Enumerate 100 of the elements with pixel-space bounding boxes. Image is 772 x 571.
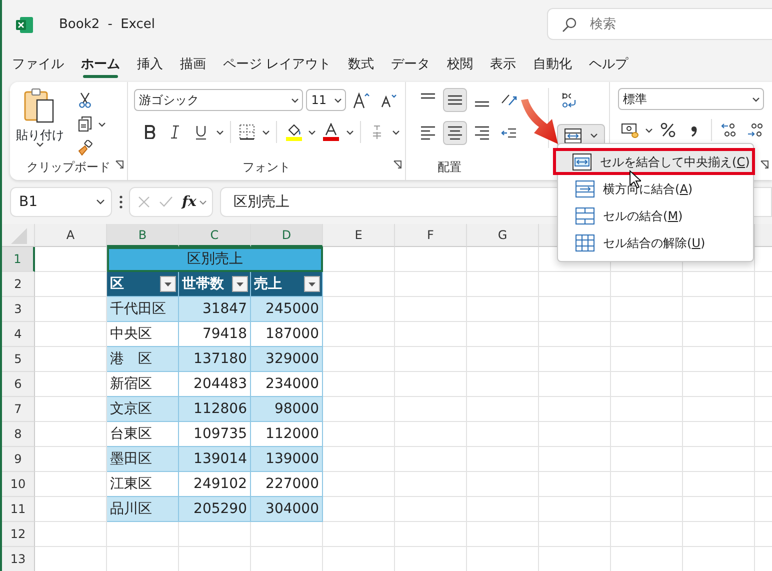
ribbon-tab[interactable]: 自動化 xyxy=(533,50,580,80)
grid-cell[interactable] xyxy=(683,422,755,447)
menu-item[interactable]: セル結合の解除(U) xyxy=(560,229,751,256)
grid-cell[interactable] xyxy=(611,422,683,447)
ribbon-tab[interactable]: 数式 xyxy=(348,50,382,80)
grid-cell[interactable] xyxy=(251,522,323,547)
grid-cell[interactable] xyxy=(683,472,755,497)
grid-cell[interactable] xyxy=(611,447,683,472)
grid-cell[interactable] xyxy=(539,322,611,347)
grid-cell[interactable] xyxy=(467,272,539,297)
grid-cell[interactable] xyxy=(611,497,683,522)
row-header[interactable]: 8 xyxy=(2,422,35,447)
dialog-launcher-icon[interactable] xyxy=(393,160,402,170)
font-size-dropdown[interactable]: 11 xyxy=(306,89,346,111)
grid-cell[interactable] xyxy=(611,347,683,372)
grid-cell[interactable] xyxy=(107,522,179,547)
grid-cell[interactable] xyxy=(35,422,107,447)
grid-cell[interactable] xyxy=(611,322,683,347)
grid-cell[interactable] xyxy=(395,347,467,372)
grid-cell[interactable] xyxy=(179,522,251,547)
grid-cell[interactable] xyxy=(683,497,755,522)
grid-cell[interactable] xyxy=(323,447,395,472)
paste-button[interactable]: 貼り付け xyxy=(14,88,66,160)
grid-cell[interactable] xyxy=(323,297,395,322)
grid-cell[interactable] xyxy=(467,322,539,347)
row-header[interactable]: 7 xyxy=(2,397,35,422)
grid-cell[interactable] xyxy=(395,497,467,522)
column-header[interactable]: A xyxy=(35,224,107,247)
grid-cell[interactable] xyxy=(467,347,539,372)
grid-cell[interactable] xyxy=(323,247,395,272)
column-header[interactable]: G xyxy=(467,224,539,247)
grid-cell[interactable] xyxy=(539,522,611,547)
grid-cell[interactable] xyxy=(467,297,539,322)
cancel-icon[interactable] xyxy=(138,196,150,208)
row-header[interactable]: 10 xyxy=(2,472,35,497)
grid-cell[interactable] xyxy=(323,322,395,347)
grid-cell[interactable] xyxy=(467,447,539,472)
grid-cell[interactable] xyxy=(323,472,395,497)
name-box[interactable]: B1 xyxy=(10,187,112,217)
search-field[interactable]: 検索 xyxy=(547,8,772,40)
grid-cell[interactable] xyxy=(467,522,539,547)
grid-cell[interactable] xyxy=(683,322,755,347)
row-header[interactable]: 11 xyxy=(2,497,35,522)
row-header[interactable]: 5 xyxy=(2,347,35,372)
grid-cell[interactable] xyxy=(683,522,755,547)
filter-button[interactable] xyxy=(232,276,248,292)
grid-cell[interactable] xyxy=(395,522,467,547)
font-name-dropdown[interactable]: 游ゴシック xyxy=(134,89,303,111)
grid-cell[interactable] xyxy=(467,397,539,422)
grid-cell[interactable] xyxy=(611,397,683,422)
grid-cell[interactable] xyxy=(683,372,755,397)
grid-cell[interactable] xyxy=(35,322,107,347)
grid-cell[interactable] xyxy=(323,422,395,447)
horizontal-align-button[interactable] xyxy=(443,121,467,145)
caret-icon[interactable] xyxy=(392,130,400,134)
more-dots-icon[interactable] xyxy=(118,195,122,209)
row-header[interactable]: 13 xyxy=(2,547,35,571)
grid-cell[interactable] xyxy=(539,347,611,372)
grid-cell[interactable] xyxy=(323,497,395,522)
grid-cell[interactable] xyxy=(539,397,611,422)
grid-cell[interactable] xyxy=(467,472,539,497)
grid-cell[interactable] xyxy=(395,422,467,447)
grid-cell[interactable] xyxy=(611,372,683,397)
row-header[interactable]: 12 xyxy=(2,522,35,547)
ribbon-tab[interactable]: ページ レイアウト xyxy=(223,50,340,80)
grid-cell[interactable] xyxy=(683,397,755,422)
grid-cell[interactable] xyxy=(323,522,395,547)
ribbon-tab[interactable]: 描画 xyxy=(180,50,214,80)
row-header[interactable]: 4 xyxy=(2,322,35,347)
grid-cell[interactable] xyxy=(611,522,683,547)
column-header[interactable]: E xyxy=(323,224,395,247)
row-header[interactable]: 3 xyxy=(2,297,35,322)
ribbon-tab[interactable]: 挿入 xyxy=(137,50,171,80)
grid-cell[interactable] xyxy=(539,272,611,297)
row-header[interactable]: 6 xyxy=(2,372,35,397)
number-format-dropdown[interactable]: 標準 xyxy=(618,88,764,110)
ribbon-tab[interactable]: ファイル xyxy=(12,50,72,80)
grid-cell[interactable] xyxy=(395,297,467,322)
ribbon-tab[interactable]: ホーム xyxy=(81,50,128,80)
caret-icon[interactable] xyxy=(98,122,106,126)
grid-cell[interactable] xyxy=(35,472,107,497)
dialog-launcher-icon[interactable] xyxy=(115,160,124,170)
caret-icon[interactable] xyxy=(645,128,653,132)
grid-cell[interactable] xyxy=(395,272,467,297)
column-header[interactable]: D xyxy=(251,224,323,247)
caret-icon[interactable] xyxy=(346,130,354,134)
grid-cell[interactable] xyxy=(539,422,611,447)
grid-cell[interactable] xyxy=(323,372,395,397)
grid-cell[interactable] xyxy=(539,297,611,322)
grid-cell[interactable] xyxy=(395,322,467,347)
row-header[interactable]: 1 xyxy=(2,247,35,272)
caret-icon[interactable] xyxy=(262,130,270,134)
grid-cell[interactable] xyxy=(35,372,107,397)
grid-cell[interactable] xyxy=(323,397,395,422)
grid-cell[interactable] xyxy=(611,272,683,297)
grid-cell[interactable] xyxy=(611,472,683,497)
grid-cell[interactable] xyxy=(323,347,395,372)
grid-cell[interactable] xyxy=(683,447,755,472)
grid-cell[interactable] xyxy=(467,372,539,397)
column-header[interactable]: F xyxy=(395,224,467,247)
